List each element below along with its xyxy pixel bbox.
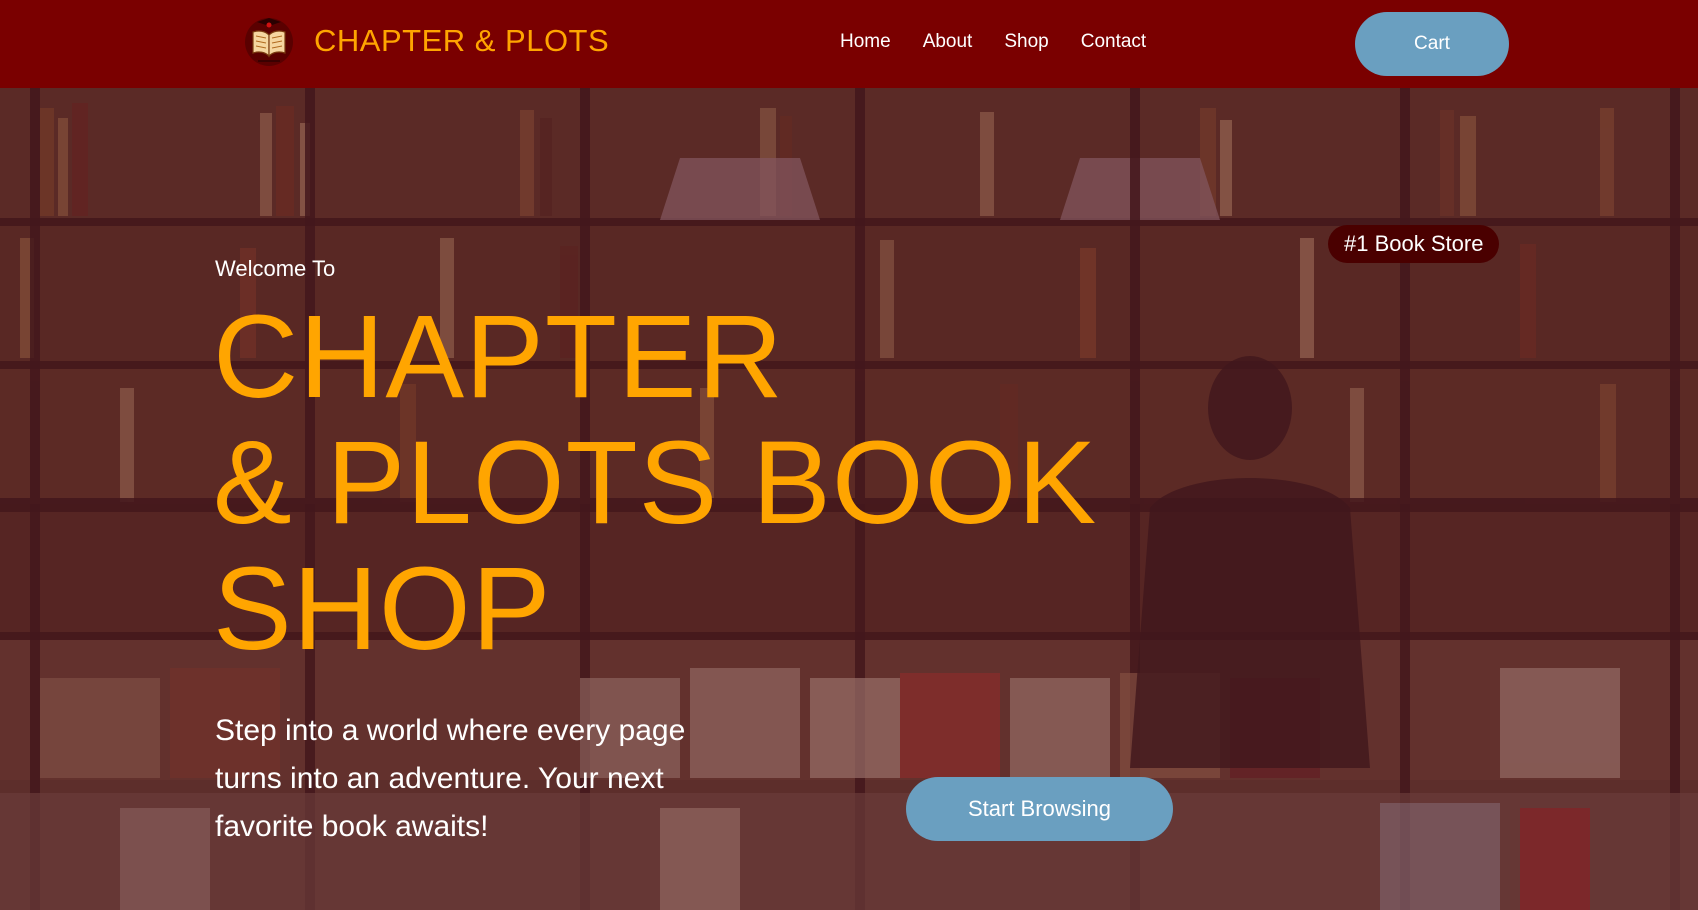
hero-title-line-2: & PLOTS BOOK: [213, 417, 1098, 549]
main-nav: Home About Shop Contact: [840, 31, 1146, 53]
cart-button[interactable]: Cart: [1355, 12, 1509, 76]
welcome-text: Welcome To: [215, 256, 336, 281]
hero-title-line-1: CHAPTER: [213, 291, 784, 423]
page: CHAPTER & PLOTS Home About Shop Contact …: [0, 0, 1698, 910]
open-book-logo-icon[interactable]: [243, 16, 295, 68]
hero-title-line-3: SHOP: [213, 543, 552, 675]
rank-badge: #1 Book Store: [1328, 225, 1500, 263]
nav-link-contact[interactable]: Contact: [1081, 31, 1146, 53]
hero-title: CHAPTER & PLOTS BOOK SHOP: [213, 294, 1153, 672]
navbar: CHAPTER & PLOTS Home About Shop Contact …: [0, 0, 1698, 88]
brand-name[interactable]: CHAPTER & PLOTS: [314, 23, 609, 59]
nav-link-about[interactable]: About: [923, 31, 973, 53]
nav-link-shop[interactable]: Shop: [1004, 31, 1048, 53]
hero-description: Step into a world where every page turns…: [215, 714, 686, 843]
nav-link-home[interactable]: Home: [840, 31, 891, 53]
start-browsing-button[interactable]: Start Browsing: [906, 777, 1173, 841]
